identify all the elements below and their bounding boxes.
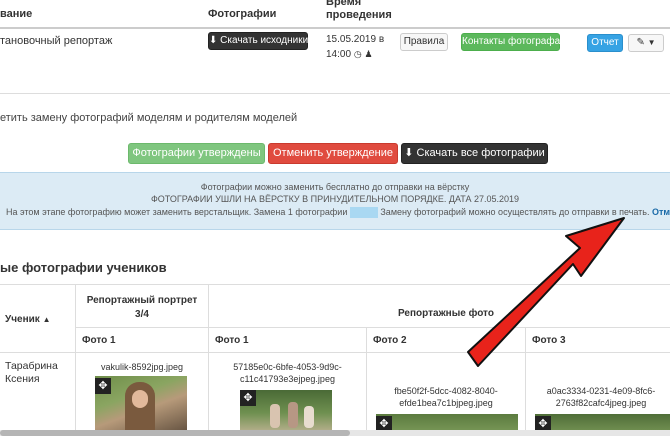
annotation-arrow-icon <box>467 217 625 367</box>
arrow-shape <box>467 217 625 367</box>
